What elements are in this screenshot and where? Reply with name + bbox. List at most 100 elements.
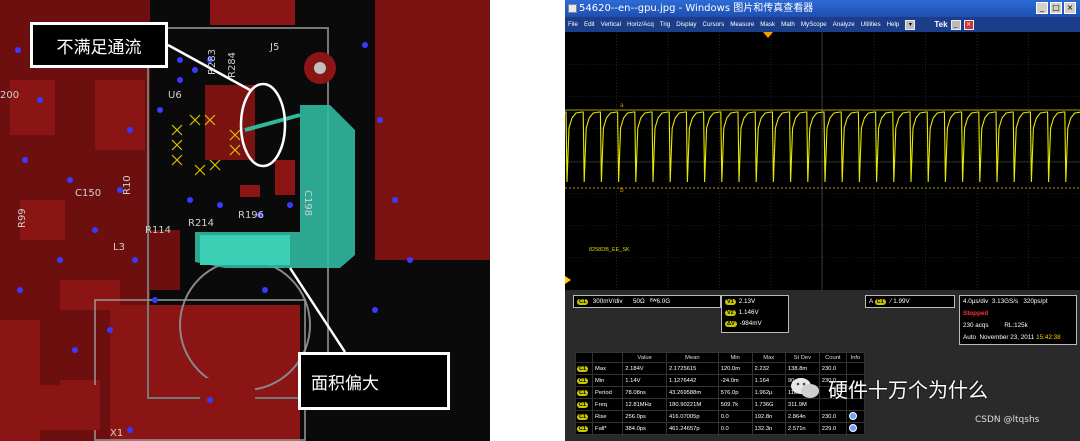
measurement-max: 132.3n	[751, 422, 786, 435]
cursor-v2-value: 1.146V	[738, 309, 759, 316]
callout-area-too-large: 面积偏大	[298, 352, 450, 410]
svg-text:R10: R10	[122, 175, 133, 195]
measurement-max: 2.232	[751, 362, 786, 375]
svg-text:R214: R214	[188, 218, 214, 229]
record-length: RL:125k	[1004, 322, 1028, 329]
close-button[interactable]: ×	[1064, 2, 1076, 14]
measurement-info[interactable]	[845, 422, 866, 435]
measurement-source-badge: C1	[577, 401, 589, 408]
pcb-layout-image: R283 R284 J5 U6 C198 C150 R10 R99 R114 R…	[0, 0, 490, 441]
measurement-min: 120.0m	[717, 362, 753, 375]
svg-text:R283: R283	[207, 49, 218, 75]
cursor-v2-badge: V2	[725, 310, 736, 316]
measurement-min: -24.0m	[717, 374, 753, 387]
svg-text:U6: U6	[168, 90, 182, 101]
waveform-graticule: a b	[565, 32, 1080, 290]
waveform-display: a b 8258DB_EE_SK	[565, 32, 1080, 290]
trigger-panel[interactable]: A C1 ⁄ 1.99V	[865, 295, 955, 308]
measurement-count: 230.0	[818, 410, 847, 423]
cursor-delta-badge: ΔV	[725, 321, 737, 327]
measurement-name: Rise	[592, 410, 624, 423]
time-per-div: 4.0µs/div	[963, 298, 989, 305]
menu-myscope[interactable]: MyScope	[798, 21, 830, 28]
help-dropdown-icon[interactable]: ▾	[905, 19, 916, 30]
menu-display[interactable]: Display	[673, 21, 699, 28]
menu-analyze[interactable]: Analyze	[830, 21, 858, 28]
cursor-readout-panel[interactable]: V1 2.13V V2 1.146V ΔV -984mV	[721, 295, 789, 333]
sample-rate: 3.13GS/s	[991, 298, 1019, 305]
trigger-position-marker	[763, 32, 773, 38]
measurement-row[interactable]: C1 Fall* 384.0ps 461.24657p 0.0 132.3n 2.571n 2…	[574, 422, 866, 435]
col-name	[592, 352, 624, 363]
measurement-mean: 416.07005p	[665, 410, 719, 423]
ch1-bandwidth: 6.0G	[656, 298, 671, 305]
svg-text:L3: L3	[113, 242, 125, 253]
col-min: Min	[717, 352, 753, 363]
measurement-value: 384.0ps	[622, 422, 667, 435]
measurement-count: 229.0	[818, 422, 847, 435]
measurement-name: Freq	[592, 398, 624, 411]
menu-horiz-acq[interactable]: Horiz/Acq	[624, 21, 657, 28]
measurement-name: Max	[592, 362, 624, 375]
ground-level-marker	[565, 276, 571, 284]
menu-measure[interactable]: Measure	[727, 21, 757, 28]
menu-math[interactable]: Math	[778, 21, 798, 28]
info-icon[interactable]	[848, 411, 857, 420]
measurement-source-badge: C1	[577, 389, 589, 396]
image-viewer-icon	[568, 4, 577, 13]
menu-utilities[interactable]: Utilities	[858, 21, 884, 28]
minimize-button[interactable]: _	[1036, 2, 1048, 14]
acq-count: 230 acqs	[963, 322, 989, 329]
resolution: 320ps/pt	[1023, 298, 1048, 305]
menu-file[interactable]: File	[565, 21, 581, 28]
col-max: Max	[751, 352, 786, 363]
menu-mask[interactable]: Mask	[757, 21, 778, 28]
col-mean: Mean	[665, 352, 719, 363]
svg-text:X1: X1	[110, 428, 123, 439]
measurement-max: 1.962µ	[751, 386, 786, 399]
watermark-text: 硬件十万个为什么	[828, 377, 988, 402]
col-value: Value	[622, 352, 667, 363]
menu-edit[interactable]: Edit	[581, 21, 598, 28]
scope-menubar: File Edit Vertical Horiz/Acq Trig Displa…	[565, 17, 1080, 32]
menu-cursors[interactable]: Cursors	[700, 21, 728, 28]
measurement-min: 576.0p	[717, 386, 753, 399]
measurement-mean: 1.1276442	[665, 374, 719, 387]
cursor-delta-value: -984mV	[739, 320, 762, 327]
trigger-type-icon: A	[869, 298, 873, 305]
measurement-name: Period	[592, 386, 624, 399]
trigger-mode: Auto	[963, 334, 976, 341]
measurement-source-badge: C1	[577, 365, 589, 372]
callout-insufficient-current: 不满足通流	[30, 22, 168, 68]
trigger-level: 1.99V	[893, 298, 910, 305]
measurement-mean: 461.24657p	[665, 422, 719, 435]
scope-minimize-button[interactable]: _	[950, 19, 961, 30]
measurement-source-badge: C1	[577, 413, 589, 420]
channel-settings-panel[interactable]: C1 300mV/div 50Ω ᴮᵂ6.0G	[573, 295, 721, 308]
measurement-max: 1.164	[751, 374, 786, 387]
menu-trig[interactable]: Trig	[657, 21, 673, 28]
menu-vertical[interactable]: Vertical	[598, 21, 624, 28]
trigger-source-badge: C1	[874, 299, 886, 305]
measurement-header-row: Value Mean Min Max St Dev Count Info	[574, 352, 866, 363]
measurement-mean: 180.90221M	[665, 398, 719, 411]
maximize-button[interactable]: □	[1050, 2, 1062, 14]
acq-state: Stopped	[963, 310, 989, 317]
measurement-name: Fall*	[592, 422, 624, 435]
measurement-stdev: 2.571n	[784, 422, 820, 435]
menu-help[interactable]: Help	[884, 21, 903, 28]
measurement-max: 1.736G	[751, 398, 786, 411]
info-icon[interactable]	[848, 423, 857, 432]
svg-text:200: 200	[0, 90, 19, 101]
csdn-credit: CSDN @ltqshs	[975, 415, 1040, 425]
timebase-panel[interactable]: 4.0µs/div 3.13GS/s 320ps/pt Stopped 230 …	[959, 295, 1077, 345]
capture-time: 15:42:38	[1036, 334, 1061, 341]
svg-text:R284: R284	[227, 52, 238, 78]
svg-text:R196: R196	[238, 210, 264, 221]
scope-close-button[interactable]: ×	[963, 19, 974, 30]
col-info: Info	[845, 352, 866, 363]
measurement-info[interactable]	[845, 410, 866, 423]
measurement-row[interactable]: C1 Rise 256.0ps 416.07005p 0.0 192.8n 2.864n 23…	[574, 410, 866, 423]
ch1-impedance: 50Ω	[633, 298, 645, 305]
tek-logo: Tek	[934, 20, 948, 29]
